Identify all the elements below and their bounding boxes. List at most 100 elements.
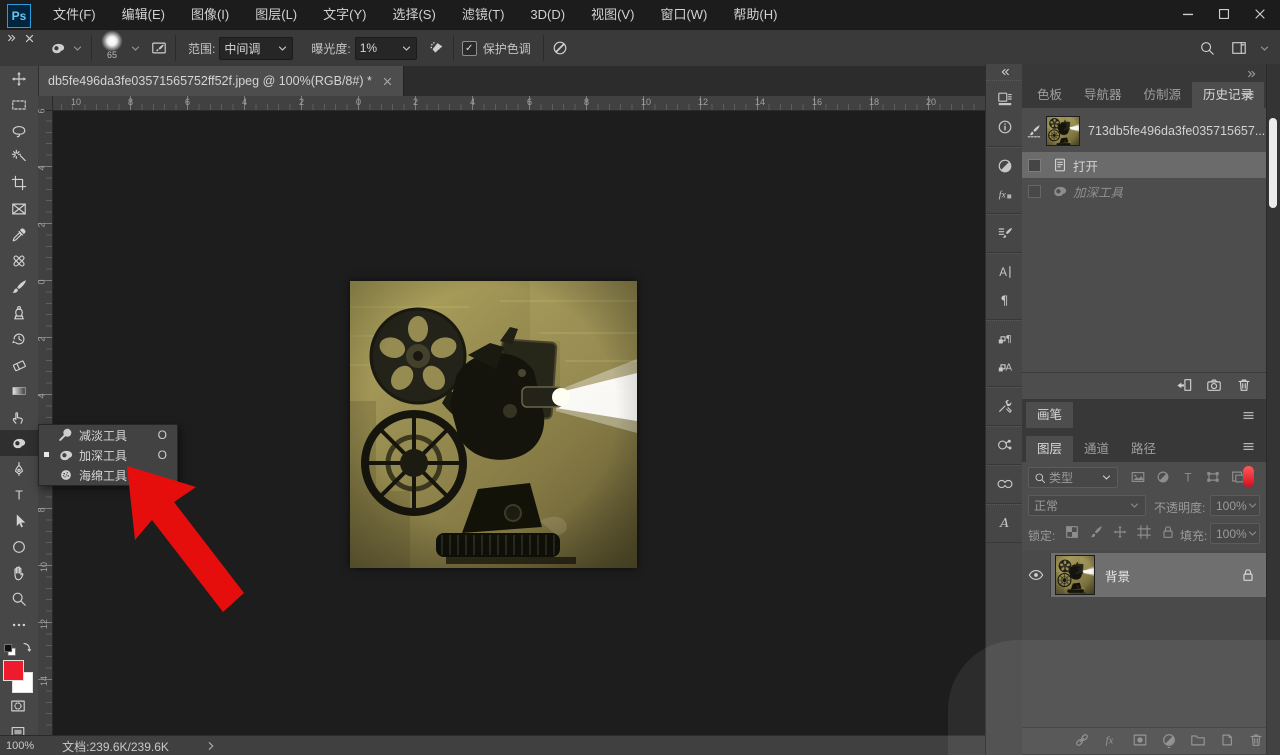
close-tab-icon[interactable] xyxy=(382,76,393,87)
panel-icon-creative-cloud[interactable] xyxy=(986,470,1023,498)
chevron-down-icon[interactable] xyxy=(1259,43,1270,54)
lock-position-icon[interactable] xyxy=(1112,524,1128,540)
healing-brush-tool[interactable] xyxy=(0,248,38,274)
path-select-tool[interactable] xyxy=(0,508,38,534)
new-snapshot-icon[interactable] xyxy=(1206,377,1222,393)
lock-artboard-icon[interactable] xyxy=(1136,524,1152,540)
chevron-down-icon[interactable] xyxy=(130,43,141,54)
panel-icon-info[interactable] xyxy=(986,113,1023,141)
menu-item[interactable]: 滤镜(T) xyxy=(449,0,518,30)
history-snapshot-row[interactable]: 713db5fe496da3fe035715657... xyxy=(1022,112,1266,150)
panel-tab-导航器[interactable]: 导航器 xyxy=(1073,82,1133,108)
panel-tab-色板[interactable]: 色板 xyxy=(1026,82,1073,108)
frame-tool[interactable] xyxy=(0,196,38,222)
layer-visibility-eye-icon[interactable] xyxy=(1028,567,1044,583)
vertical-ruler[interactable] xyxy=(38,110,53,735)
panel-icon-glyphs[interactable]: A xyxy=(986,509,1023,537)
menu-item[interactable]: 文件(F) xyxy=(40,0,109,30)
panel-icon-share[interactable] xyxy=(986,431,1023,459)
brush-preset-picker[interactable]: 65 xyxy=(100,37,124,59)
document-image[interactable] xyxy=(350,281,637,568)
move-tool[interactable] xyxy=(0,66,38,92)
clone-stamp-tool[interactable] xyxy=(0,300,38,326)
toggle-brush-panel-icon[interactable] xyxy=(151,40,167,56)
eyedropper-tool[interactable] xyxy=(0,222,38,248)
panel-tab-图层[interactable]: 图层 xyxy=(1026,436,1073,462)
default-colors-icon[interactable] xyxy=(2,642,18,658)
maximize-button[interactable] xyxy=(1206,0,1242,28)
menu-item[interactable]: 文字(Y) xyxy=(310,0,379,30)
menu-item[interactable]: 窗口(W) xyxy=(647,0,720,30)
panel-menu-icon[interactable] xyxy=(1241,87,1256,102)
fill-input[interactable]: 100% xyxy=(1210,523,1260,544)
gradient-tool[interactable] xyxy=(0,378,38,404)
collapse-panels-icon[interactable] xyxy=(1246,68,1258,83)
exposure-input[interactable]: 1% xyxy=(355,37,417,60)
workspace-switcher-icon[interactable] xyxy=(1231,40,1247,56)
history-source-well[interactable] xyxy=(1028,159,1041,172)
layer-filter-select[interactable]: 类型 xyxy=(1028,467,1118,488)
filter-shape-layers-icon[interactable] xyxy=(1205,469,1221,485)
burn-tool[interactable] xyxy=(0,430,38,456)
history-state-加深工具[interactable]: 加深工具 xyxy=(1022,178,1266,204)
swap-colors-icon[interactable] xyxy=(20,640,36,656)
lock-transparent-icon[interactable] xyxy=(1064,524,1080,540)
panel-icon-character-styles[interactable]: A xyxy=(986,353,1023,381)
history-brush-tool[interactable] xyxy=(0,326,38,352)
pen-tool[interactable] xyxy=(0,456,38,482)
chevron-right-icon[interactable] xyxy=(205,740,217,752)
eraser-tool[interactable] xyxy=(0,352,38,378)
double-arrow-icon[interactable] xyxy=(6,32,18,44)
protect-tones-checkbox[interactable]: ✓ xyxy=(462,41,477,56)
edit-toolbar[interactable] xyxy=(0,612,38,638)
lock-pixels-icon[interactable] xyxy=(1088,524,1104,540)
ellipse-tool[interactable] xyxy=(0,534,38,560)
opacity-input[interactable]: 100% xyxy=(1210,495,1260,516)
menu-item[interactable]: 选择(S) xyxy=(379,0,448,30)
menu-item[interactable]: 视图(V) xyxy=(578,0,647,30)
quick-mask-icon[interactable] xyxy=(10,698,26,714)
panel-tab-通道[interactable]: 通道 xyxy=(1073,436,1120,462)
menu-item[interactable]: 图像(I) xyxy=(178,0,242,30)
flyout-item-海绵工具[interactable]: 海绵工具 xyxy=(39,465,177,485)
flyout-item-减淡工具[interactable]: 减淡工具O xyxy=(39,425,177,445)
menu-item[interactable]: 图层(L) xyxy=(242,0,310,30)
lasso-tool[interactable] xyxy=(0,118,38,144)
range-select[interactable]: 中间调 xyxy=(219,37,293,60)
chevron-down-icon[interactable] xyxy=(72,43,83,54)
close-button[interactable] xyxy=(1242,0,1278,28)
document-tab[interactable]: db5fe496da3fe03571565752ff52f.jpeg @ 100… xyxy=(38,66,404,96)
burn-tool-icon[interactable] xyxy=(50,40,66,56)
menu-item[interactable]: 3D(D) xyxy=(517,0,578,30)
layer-filter-toggle[interactable] xyxy=(1243,466,1254,487)
foreground-color-swatch[interactable] xyxy=(3,660,24,681)
smudge-tool[interactable] xyxy=(0,404,38,430)
history-brush-source-icon[interactable] xyxy=(1022,123,1046,139)
tablet-pressure-icon[interactable] xyxy=(552,40,568,56)
minimize-button[interactable] xyxy=(1170,0,1206,28)
zoom-tool[interactable] xyxy=(0,586,38,612)
history-source-well[interactable] xyxy=(1028,185,1041,198)
filter-type-layers-icon[interactable]: T xyxy=(1180,469,1196,485)
airbrush-icon[interactable] xyxy=(429,40,445,56)
marquee-tool[interactable] xyxy=(0,92,38,118)
menu-item[interactable]: 编辑(E) xyxy=(109,0,178,30)
panel-icon-adjustments[interactable] xyxy=(986,152,1023,180)
lock-all-icon[interactable] xyxy=(1160,524,1176,540)
blend-mode-select[interactable]: 正常 xyxy=(1028,495,1146,516)
panel-icon-character[interactable]: A xyxy=(986,258,1023,286)
menu-item[interactable]: 帮助(H) xyxy=(720,0,790,30)
panel-menu-icon[interactable] xyxy=(1241,439,1256,454)
filter-pixel-layers-icon[interactable] xyxy=(1130,469,1146,485)
search-icon[interactable] xyxy=(1199,40,1215,56)
expand-panels-icon[interactable] xyxy=(999,66,1011,78)
filter-adjustment-layers-icon[interactable] xyxy=(1155,469,1171,485)
history-state-打开[interactable]: 打开 xyxy=(1022,152,1266,178)
hand-tool[interactable] xyxy=(0,560,38,586)
layer-row-background[interactable]: 背景 xyxy=(1022,553,1266,597)
panel-menu-icon[interactable] xyxy=(1241,408,1256,423)
close-icon[interactable] xyxy=(24,32,35,44)
panel-icon-properties[interactable] xyxy=(986,85,1023,113)
magic-wand-tool[interactable] xyxy=(0,144,38,170)
panel-scrollbar-thumb[interactable] xyxy=(1269,118,1277,208)
